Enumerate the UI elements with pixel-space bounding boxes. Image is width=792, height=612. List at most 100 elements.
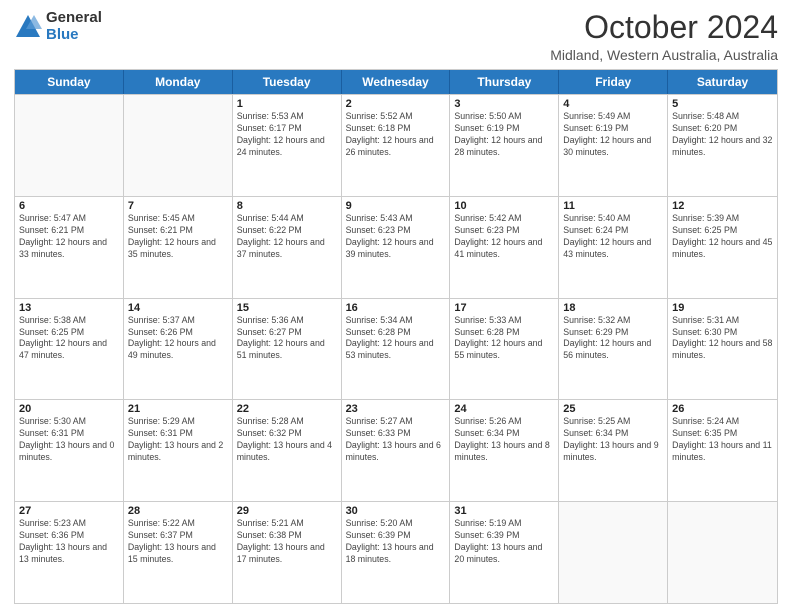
cell-info: Sunrise: 5:25 AM Sunset: 6:34 PM Dayligh… — [563, 416, 663, 464]
cal-cell: 3Sunrise: 5:50 AM Sunset: 6:19 PM Daylig… — [450, 95, 559, 196]
cell-date: 23 — [346, 403, 446, 415]
header-day-tuesday: Tuesday — [233, 70, 342, 94]
cell-info: Sunrise: 5:32 AM Sunset: 6:29 PM Dayligh… — [563, 315, 663, 363]
cell-info: Sunrise: 5:37 AM Sunset: 6:26 PM Dayligh… — [128, 315, 228, 363]
cell-info: Sunrise: 5:21 AM Sunset: 6:38 PM Dayligh… — [237, 518, 337, 566]
cal-cell: 4Sunrise: 5:49 AM Sunset: 6:19 PM Daylig… — [559, 95, 668, 196]
cell-date: 31 — [454, 505, 554, 517]
cal-cell: 8Sunrise: 5:44 AM Sunset: 6:22 PM Daylig… — [233, 197, 342, 298]
cell-info: Sunrise: 5:19 AM Sunset: 6:39 PM Dayligh… — [454, 518, 554, 566]
cal-cell: 30Sunrise: 5:20 AM Sunset: 6:39 PM Dayli… — [342, 502, 451, 603]
cell-date: 29 — [237, 505, 337, 517]
cell-info: Sunrise: 5:30 AM Sunset: 6:31 PM Dayligh… — [19, 416, 119, 464]
cell-date: 24 — [454, 403, 554, 415]
cell-date: 16 — [346, 302, 446, 314]
cell-info: Sunrise: 5:29 AM Sunset: 6:31 PM Dayligh… — [128, 416, 228, 464]
cal-row-1: 1Sunrise: 5:53 AM Sunset: 6:17 PM Daylig… — [15, 94, 777, 196]
cell-date: 12 — [672, 200, 773, 212]
cell-info: Sunrise: 5:40 AM Sunset: 6:24 PM Dayligh… — [563, 213, 663, 261]
cell-date: 1 — [237, 98, 337, 110]
page: General Blue October 2024 Midland, Weste… — [0, 0, 792, 612]
title-block: October 2024 Midland, Western Australia,… — [550, 10, 778, 63]
cell-date: 28 — [128, 505, 228, 517]
cal-cell: 15Sunrise: 5:36 AM Sunset: 6:27 PM Dayli… — [233, 299, 342, 400]
cal-cell — [559, 502, 668, 603]
cell-date: 5 — [672, 98, 773, 110]
cell-date: 26 — [672, 403, 773, 415]
cell-date: 2 — [346, 98, 446, 110]
cell-info: Sunrise: 5:22 AM Sunset: 6:37 PM Dayligh… — [128, 518, 228, 566]
cell-date: 18 — [563, 302, 663, 314]
header-day-saturday: Saturday — [668, 70, 777, 94]
cal-cell — [124, 95, 233, 196]
header-day-wednesday: Wednesday — [342, 70, 451, 94]
cal-cell: 2Sunrise: 5:52 AM Sunset: 6:18 PM Daylig… — [342, 95, 451, 196]
cell-date: 11 — [563, 200, 663, 212]
main-title: October 2024 — [550, 10, 778, 45]
cal-cell: 22Sunrise: 5:28 AM Sunset: 6:32 PM Dayli… — [233, 400, 342, 501]
cell-date: 9 — [346, 200, 446, 212]
cal-cell: 27Sunrise: 5:23 AM Sunset: 6:36 PM Dayli… — [15, 502, 124, 603]
cal-cell: 24Sunrise: 5:26 AM Sunset: 6:34 PM Dayli… — [450, 400, 559, 501]
cal-cell: 29Sunrise: 5:21 AM Sunset: 6:38 PM Dayli… — [233, 502, 342, 603]
cell-info: Sunrise: 5:52 AM Sunset: 6:18 PM Dayligh… — [346, 111, 446, 159]
cell-date: 22 — [237, 403, 337, 415]
logo-general: General — [46, 10, 102, 27]
cell-info: Sunrise: 5:42 AM Sunset: 6:23 PM Dayligh… — [454, 213, 554, 261]
cell-date: 7 — [128, 200, 228, 212]
cell-date: 8 — [237, 200, 337, 212]
cal-cell: 17Sunrise: 5:33 AM Sunset: 6:28 PM Dayli… — [450, 299, 559, 400]
cal-cell: 20Sunrise: 5:30 AM Sunset: 6:31 PM Dayli… — [15, 400, 124, 501]
cell-info: Sunrise: 5:44 AM Sunset: 6:22 PM Dayligh… — [237, 213, 337, 261]
cal-row-2: 6Sunrise: 5:47 AM Sunset: 6:21 PM Daylig… — [15, 196, 777, 298]
cal-cell: 26Sunrise: 5:24 AM Sunset: 6:35 PM Dayli… — [668, 400, 777, 501]
cal-cell: 11Sunrise: 5:40 AM Sunset: 6:24 PM Dayli… — [559, 197, 668, 298]
cell-info: Sunrise: 5:26 AM Sunset: 6:34 PM Dayligh… — [454, 416, 554, 464]
cal-cell: 25Sunrise: 5:25 AM Sunset: 6:34 PM Dayli… — [559, 400, 668, 501]
cell-info: Sunrise: 5:53 AM Sunset: 6:17 PM Dayligh… — [237, 111, 337, 159]
cell-info: Sunrise: 5:24 AM Sunset: 6:35 PM Dayligh… — [672, 416, 773, 464]
cal-cell: 18Sunrise: 5:32 AM Sunset: 6:29 PM Dayli… — [559, 299, 668, 400]
cell-info: Sunrise: 5:34 AM Sunset: 6:28 PM Dayligh… — [346, 315, 446, 363]
cell-info: Sunrise: 5:50 AM Sunset: 6:19 PM Dayligh… — [454, 111, 554, 159]
cell-date: 14 — [128, 302, 228, 314]
cal-cell: 7Sunrise: 5:45 AM Sunset: 6:21 PM Daylig… — [124, 197, 233, 298]
calendar-body: 1Sunrise: 5:53 AM Sunset: 6:17 PM Daylig… — [15, 94, 777, 603]
cal-cell: 31Sunrise: 5:19 AM Sunset: 6:39 PM Dayli… — [450, 502, 559, 603]
cal-cell: 13Sunrise: 5:38 AM Sunset: 6:25 PM Dayli… — [15, 299, 124, 400]
cell-date: 25 — [563, 403, 663, 415]
cal-cell: 14Sunrise: 5:37 AM Sunset: 6:26 PM Dayli… — [124, 299, 233, 400]
cal-cell: 9Sunrise: 5:43 AM Sunset: 6:23 PM Daylig… — [342, 197, 451, 298]
cal-cell: 10Sunrise: 5:42 AM Sunset: 6:23 PM Dayli… — [450, 197, 559, 298]
cell-info: Sunrise: 5:43 AM Sunset: 6:23 PM Dayligh… — [346, 213, 446, 261]
cell-info: Sunrise: 5:47 AM Sunset: 6:21 PM Dayligh… — [19, 213, 119, 261]
cal-cell: 21Sunrise: 5:29 AM Sunset: 6:31 PM Dayli… — [124, 400, 233, 501]
header-day-sunday: Sunday — [15, 70, 124, 94]
cal-cell — [668, 502, 777, 603]
calendar-header: SundayMondayTuesdayWednesdayThursdayFrid… — [15, 70, 777, 94]
cal-cell: 6Sunrise: 5:47 AM Sunset: 6:21 PM Daylig… — [15, 197, 124, 298]
cell-date: 10 — [454, 200, 554, 212]
logo-text: General Blue — [46, 10, 102, 43]
cal-cell — [15, 95, 124, 196]
header-day-thursday: Thursday — [450, 70, 559, 94]
header-day-friday: Friday — [559, 70, 668, 94]
cell-date: 20 — [19, 403, 119, 415]
cell-info: Sunrise: 5:27 AM Sunset: 6:33 PM Dayligh… — [346, 416, 446, 464]
cal-cell: 12Sunrise: 5:39 AM Sunset: 6:25 PM Dayli… — [668, 197, 777, 298]
cell-date: 15 — [237, 302, 337, 314]
cal-cell: 23Sunrise: 5:27 AM Sunset: 6:33 PM Dayli… — [342, 400, 451, 501]
cal-row-3: 13Sunrise: 5:38 AM Sunset: 6:25 PM Dayli… — [15, 298, 777, 400]
cell-info: Sunrise: 5:23 AM Sunset: 6:36 PM Dayligh… — [19, 518, 119, 566]
cell-info: Sunrise: 5:38 AM Sunset: 6:25 PM Dayligh… — [19, 315, 119, 363]
cell-info: Sunrise: 5:39 AM Sunset: 6:25 PM Dayligh… — [672, 213, 773, 261]
calendar: SundayMondayTuesdayWednesdayThursdayFrid… — [14, 69, 778, 604]
cell-date: 27 — [19, 505, 119, 517]
cell-date: 13 — [19, 302, 119, 314]
cal-row-4: 20Sunrise: 5:30 AM Sunset: 6:31 PM Dayli… — [15, 399, 777, 501]
sub-title: Midland, Western Australia, Australia — [550, 47, 778, 63]
cal-cell: 28Sunrise: 5:22 AM Sunset: 6:37 PM Dayli… — [124, 502, 233, 603]
cell-date: 17 — [454, 302, 554, 314]
logo-icon — [14, 13, 42, 41]
header: General Blue October 2024 Midland, Weste… — [14, 10, 778, 63]
